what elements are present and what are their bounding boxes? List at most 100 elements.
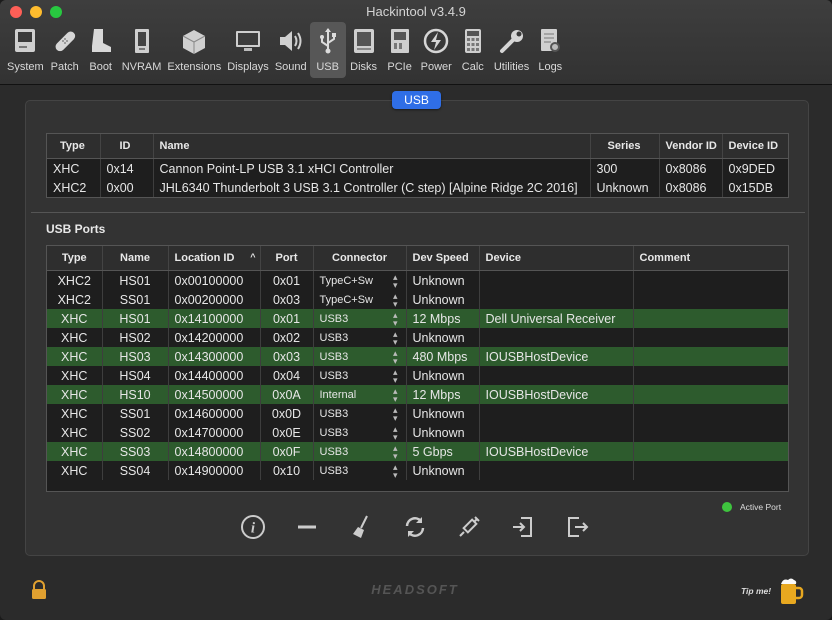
cell-series: 300 [590, 158, 660, 178]
stepper-arrows-icon: ▴ ▾ [392, 271, 398, 290]
minus-icon [298, 525, 316, 529]
toolbar-logs[interactable]: Logs [532, 22, 568, 78]
connector-select[interactable]: USB3 ▴ ▾ [313, 423, 407, 442]
export-button[interactable] [562, 512, 592, 542]
port-row[interactable]: XHC HS04 0x14400000 0x04 USB3 ▴ ▾ Unknown [47, 366, 788, 385]
cell-dev-speed: Unknown [406, 423, 480, 442]
col-vendor-id[interactable]: Vendor ID [659, 134, 723, 159]
col-connector[interactable]: Connector [313, 246, 407, 271]
usb-segment-button[interactable]: USB [392, 91, 441, 109]
connector-select[interactable]: TypeC+Sw ▴ ▾ [313, 290, 407, 309]
cell-comment[interactable] [633, 442, 788, 461]
connector-select[interactable]: USB3 ▴ ▾ [313, 347, 407, 366]
cell-name: HS01 [102, 309, 169, 328]
toolbar-usb[interactable]: USB [309, 22, 346, 78]
toolbar-utilities[interactable]: Utilities [491, 22, 532, 78]
port-row[interactable]: XHC SS02 0x14700000 0x0E USB3 ▴ ▾ Unknown [47, 423, 788, 442]
connector-select[interactable]: USB3 ▴ ▾ [313, 442, 407, 461]
controller-row[interactable]: XHC 0x14 Cannon Point-LP USB 3.1 xHCI Co… [47, 158, 788, 178]
cell-port: 0x02 [260, 328, 314, 347]
col-series[interactable]: Series [590, 134, 660, 159]
connector-select[interactable]: USB3 ▴ ▾ [313, 404, 407, 423]
col-device[interactable]: Device [479, 246, 634, 271]
clear-button[interactable] [346, 512, 376, 542]
export-icon [568, 517, 589, 537]
cell-dev-speed: Unknown [406, 290, 480, 309]
toolbar-patch[interactable]: Patch [47, 22, 83, 78]
cell-comment[interactable] [633, 290, 788, 309]
controller-row[interactable]: XHC2 0x00 JHL6340 Thunderbolt 3 USB 3.1 … [47, 178, 788, 197]
toolbar-power[interactable]: Power [418, 22, 455, 78]
toolbar-extensions[interactable]: Extensions [164, 22, 224, 78]
port-row[interactable]: XHC HS02 0x14200000 0x02 USB3 ▴ ▾ Unknown [47, 328, 788, 347]
controllers-table: Type ID Name Series Vendor ID Device ID … [46, 133, 789, 198]
col-device-id[interactable]: Device ID [722, 134, 788, 159]
cell-port: 0x0F [260, 442, 314, 461]
toolbar-boot[interactable]: Boot [83, 22, 119, 78]
toolbar-system[interactable]: System [4, 22, 47, 78]
connector-value: TypeC+Sw [319, 274, 374, 287]
connector-select[interactable]: USB3 ▴ ▾ [313, 461, 407, 480]
port-row[interactable]: XHC HS10 0x14500000 0x0A Internal ▴ ▾ 12 M… [47, 385, 788, 404]
cell-comment[interactable] [633, 423, 788, 442]
cell-id: 0x00 [100, 178, 154, 197]
stepper-arrows-icon: ▴ ▾ [392, 404, 398, 423]
col-port[interactable]: Port [260, 246, 314, 271]
col-type[interactable]: Type [47, 246, 103, 271]
cell-device [479, 270, 634, 290]
col-type[interactable]: Type [47, 134, 101, 159]
connector-select[interactable]: USB3 ▴ ▾ [313, 328, 407, 347]
ports-header: Type Name Location ID ^ Port Connector De… [47, 246, 788, 271]
cell-device [479, 404, 634, 423]
utilities-icon [499, 30, 523, 53]
remove-button[interactable] [292, 512, 322, 542]
inject-button[interactable] [454, 512, 484, 542]
cell-comment[interactable] [633, 347, 788, 366]
toolbar-disks[interactable]: Disks [346, 22, 382, 78]
port-row[interactable]: XHC SS03 0x14800000 0x0F USB3 ▴ ▾ 5 Gbps I… [47, 442, 788, 461]
lock-button[interactable] [30, 580, 48, 605]
col-location-id[interactable]: Location ID ^ [168, 246, 261, 271]
toolbar-sound[interactable]: Sound [272, 22, 310, 78]
col-comment[interactable]: Comment [633, 246, 788, 271]
connector-select[interactable]: USB3 ▴ ▾ [313, 309, 407, 328]
connector-select[interactable]: Internal ▴ ▾ [313, 385, 407, 404]
cell-comment[interactable] [633, 328, 788, 347]
refresh-button[interactable] [400, 512, 430, 542]
cell-port: 0x01 [260, 270, 314, 290]
cell-device-id: 0x9DED [728, 161, 776, 176]
cell-comment[interactable] [633, 404, 788, 423]
cell-comment[interactable] [633, 385, 788, 404]
toolbar-displays[interactable]: Displays [224, 22, 272, 78]
connector-select[interactable]: TypeC+Sw ▴ ▾ [313, 270, 407, 290]
controllers-header: Type ID Name Series Vendor ID Device ID [47, 134, 788, 159]
cell-comment[interactable] [633, 309, 788, 328]
port-row[interactable]: XHC HS01 0x14100000 0x01 USB3 ▴ ▾ 12 Mbps … [47, 309, 788, 328]
toolbar-pcie[interactable]: PCIe [382, 22, 418, 78]
cell-comment[interactable] [633, 271, 788, 291]
port-row[interactable]: XHC HS03 0x14300000 0x03 USB3 ▴ ▾ 480 Mbps… [47, 347, 788, 366]
cell-type: XHC [47, 347, 103, 366]
port-row[interactable]: XHC SS04 0x14900000 0x10 USB3 ▴ ▾ Unknown [47, 461, 788, 480]
port-row[interactable]: XHC SS01 0x14600000 0x0D USB3 ▴ ▾ Unknown [47, 404, 788, 423]
toolbar-calc[interactable]: Calc [455, 22, 491, 78]
port-row[interactable]: XHC2 HS01 0x00100000 0x01 TypeC+Sw ▴ ▾ Unk… [47, 270, 788, 291]
cell-dev-speed: 5 Gbps [406, 442, 480, 461]
connector-select[interactable]: USB3 ▴ ▾ [313, 366, 407, 385]
info-button[interactable]: i [238, 512, 268, 542]
cell-device: IOUSBHostDevice [479, 347, 634, 366]
toolbar-nvram[interactable]: NVRAM [119, 22, 165, 78]
col-name[interactable]: Name [153, 134, 591, 159]
port-row[interactable]: XHC2 SS01 0x00200000 0x03 TypeC+Sw ▴ ▾ Unk… [47, 290, 788, 309]
lock-icon [32, 580, 46, 599]
cell-comment[interactable] [633, 366, 788, 385]
cell-comment[interactable] [633, 461, 788, 480]
usb-icon [319, 28, 336, 54]
tip-me-button[interactable] [778, 576, 804, 611]
cell-location-id: 0x14300000 [168, 347, 261, 366]
col-dev-speed[interactable]: Dev Speed [406, 246, 480, 271]
import-button[interactable] [508, 512, 538, 542]
col-name[interactable]: Name [102, 246, 169, 271]
connector-value: USB3 [319, 331, 349, 344]
col-id[interactable]: ID [100, 134, 154, 159]
